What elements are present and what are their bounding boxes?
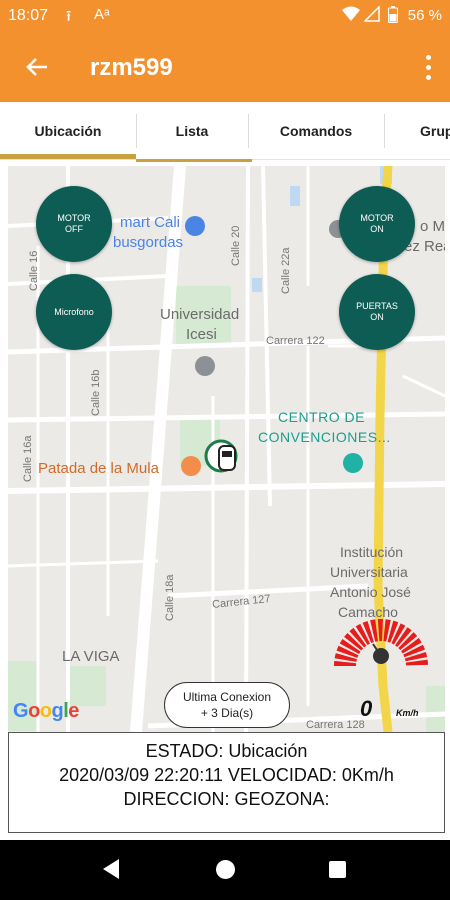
motor-off-line1: MOTOR: [57, 213, 91, 223]
signal-icon: [363, 5, 380, 26]
street-label: Carrera 122: [266, 335, 325, 347]
street-label: Calle 20: [230, 225, 242, 266]
upload-icon: ⭱: [66, 8, 72, 25]
nav-home-icon[interactable]: [216, 860, 235, 879]
status-direction-geozone: DIRECCION: GEOZONA:: [123, 789, 330, 809]
street-label: Calle 16: [28, 250, 40, 291]
street-label: Calle 22a: [280, 247, 292, 294]
system-nav-bar: [0, 840, 450, 900]
app-bar: rzm599: [0, 32, 450, 102]
motor-on-line2: ON: [370, 224, 384, 234]
vehicle-status-panel: ESTADO: Ubicación 2020/03/09 22:20:11 VE…: [8, 732, 445, 833]
motor-off-line2: OFF: [65, 224, 83, 234]
motor-off-button[interactable]: MOTOR OFF: [36, 186, 112, 262]
status-bar: 18:07 ⭱ Aᵃ 56 %: [0, 0, 450, 32]
map-label: Patada de la Mula: [38, 460, 159, 477]
last-connection-badge: Ultima Conexion + 3 Dia(s): [164, 682, 290, 728]
nav-back-icon[interactable]: [103, 859, 119, 879]
map-label: LA VIGA: [62, 648, 120, 665]
google-logo: Google: [13, 700, 79, 722]
speedometer-gauge: [334, 619, 428, 667]
street-label: Calle 16a: [22, 435, 34, 482]
street-label: Calle 16b: [90, 369, 102, 416]
speed-unit: Km/h: [396, 708, 419, 718]
tab-comandos[interactable]: Comandos: [248, 102, 384, 160]
map-label: o Ma: [420, 218, 445, 235]
motor-on-line1: MOTOR: [360, 213, 394, 223]
app-screen: 18:07 ⭱ Aᵃ 56 % rzm599 Ubicación Lista C…: [0, 0, 450, 900]
status-estado: ESTADO: Ubicación: [145, 741, 308, 761]
map-label: Icesi: [186, 326, 217, 343]
speed-digit: 0: [360, 696, 373, 721]
puertas-on-line1: PUERTAS: [356, 301, 398, 311]
microfono-label: Microfono: [54, 306, 94, 317]
wifi-icon: [342, 6, 360, 26]
street-label: Calle 18a: [164, 574, 176, 621]
puertas-on-button[interactable]: PUERTAS ON: [339, 274, 415, 350]
street-label: Carrera 128: [306, 719, 365, 731]
map-label: Antonio José: [330, 584, 411, 600]
battery-icon: [388, 6, 398, 27]
overflow-menu-icon[interactable]: [420, 52, 436, 82]
nav-recents-icon[interactable]: [329, 861, 346, 878]
map-label: CENTRO DE: [278, 409, 365, 425]
tab-indicator-secondary: [136, 159, 252, 162]
page-title: rzm599: [90, 54, 173, 81]
vehicle-marker: [204, 439, 238, 473]
map-label: mart Cali: [120, 214, 181, 231]
tab-lista[interactable]: Lista: [136, 102, 248, 160]
map-label: Camacho: [338, 604, 398, 620]
map-label: Universitaria: [330, 564, 408, 580]
battery-percent: 56 %: [407, 7, 442, 24]
back-arrow-icon[interactable]: [20, 50, 54, 84]
map-view[interactable]: mart Cali busgordas Universidad Icesi CE…: [8, 166, 445, 732]
map-label: Institución: [340, 544, 404, 560]
font-size-icon: Aᵃ: [94, 6, 110, 23]
tab-indicator: [0, 154, 136, 159]
map-label: CONVENCIONES...: [258, 429, 391, 445]
status-datetime-speed: 2020/03/09 22:20:11 VELOCIDAD: 0Km/h: [59, 765, 394, 785]
last-connection-title: Ultima Conexion: [182, 690, 272, 704]
tab-ubicacion[interactable]: Ubicación: [0, 102, 136, 160]
tab-bar: Ubicación Lista Comandos Grupos: [0, 102, 450, 160]
map-label: busgordas: [113, 234, 184, 251]
motor-on-button[interactable]: MOTOR ON: [339, 186, 415, 262]
puertas-on-line2: ON: [370, 312, 384, 322]
tab-grupos[interactable]: Grupos: [384, 102, 450, 160]
status-time: 18:07: [8, 7, 49, 24]
microfono-button[interactable]: Microfono: [36, 274, 112, 350]
last-connection-days: + 3 Dia(s): [200, 706, 254, 720]
map-label: Universidad: [160, 306, 240, 323]
